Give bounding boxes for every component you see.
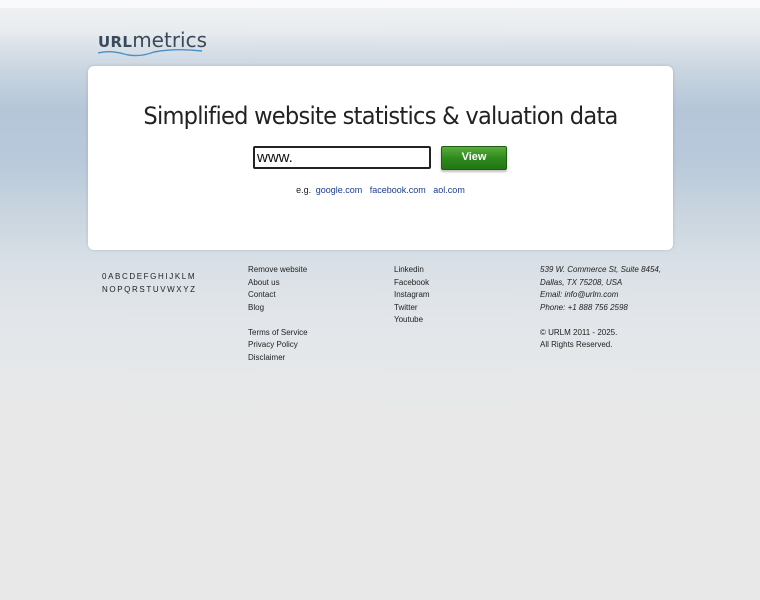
contact-link[interactable]: Contact: [248, 289, 308, 302]
footer-social-links: Linkedin Facebook Instagram Twitter Yout…: [394, 264, 430, 327]
facebook-link[interactable]: Facebook: [394, 277, 430, 290]
url-search-input[interactable]: [253, 146, 431, 169]
footer-spacer: [540, 314, 661, 327]
alpha-link-m[interactable]: M: [188, 272, 196, 281]
view-button[interactable]: View: [441, 146, 507, 170]
alpha-link-w[interactable]: W: [167, 285, 176, 294]
search-card: Simplified website statistics & valuatio…: [88, 66, 673, 250]
contact-phone: Phone: +1 888 756 2598: [540, 302, 628, 312]
linkedin-link[interactable]: Linkedin: [394, 264, 430, 277]
alpha-link-z[interactable]: Z: [190, 285, 197, 294]
address-line-1: 539 W. Commerce St, Suite 8454,: [540, 265, 662, 274]
terms-link[interactable]: Terms of Service: [248, 327, 308, 340]
example-link-google[interactable]: google.com: [316, 185, 363, 195]
address-line-2: Dallas, TX 75208, USA: [540, 277, 623, 287]
urlmetrics-logo[interactable]: URLmetrics: [98, 28, 208, 60]
blog-link[interactable]: Blog: [248, 302, 308, 315]
alpha-link-a[interactable]: A: [108, 272, 115, 281]
contact-email: Email: info@urlm.com: [540, 290, 619, 299]
alphabet-row-2: NOPQRSTUVWXYZ: [102, 283, 197, 296]
disclaimer-link[interactable]: Disclaimer: [248, 352, 308, 365]
youtube-link[interactable]: Youtube: [394, 314, 430, 327]
examples-prefix: e.g.: [296, 185, 312, 195]
page-headline: Simplified website statistics & valuatio…: [143, 102, 618, 130]
example-link-aol[interactable]: aol.com: [433, 185, 465, 195]
alpha-link-e[interactable]: E: [137, 272, 144, 281]
footer-contact-info: 539 W. Commerce St, Suite 8454, Dallas, …: [540, 264, 661, 352]
alphabet-index: 0ABCDEFGHIJKLM NOPQRSTUVWXYZ: [102, 270, 197, 296]
about-us-link[interactable]: About us: [248, 277, 308, 290]
alpha-link-b[interactable]: B: [115, 272, 122, 281]
footer-spacer: [248, 314, 308, 327]
top-strip: [0, 0, 760, 8]
alpha-link-q[interactable]: Q: [124, 285, 132, 294]
privacy-policy-link[interactable]: Privacy Policy: [248, 339, 308, 352]
alphabet-row-1: 0ABCDEFGHIJKLM: [102, 270, 197, 283]
footer-site-links: Remove website About us Contact Blog Ter…: [248, 264, 308, 364]
alpha-link-k[interactable]: K: [175, 272, 182, 281]
example-link-facebook[interactable]: facebook.com: [370, 185, 426, 195]
alpha-link-d[interactable]: D: [129, 272, 136, 281]
remove-website-link[interactable]: Remove website: [248, 264, 308, 277]
rights-text: All Rights Reserved.: [540, 340, 613, 349]
logo-swoosh-icon: [98, 49, 202, 57]
instagram-link[interactable]: Instagram: [394, 289, 430, 302]
copyright-text: © URLM 2011 - 2025.: [540, 327, 618, 337]
alpha-link-g[interactable]: G: [150, 272, 158, 281]
twitter-link[interactable]: Twitter: [394, 302, 430, 315]
example-links: e.g. google.com facebook.com aol.com: [88, 185, 673, 195]
